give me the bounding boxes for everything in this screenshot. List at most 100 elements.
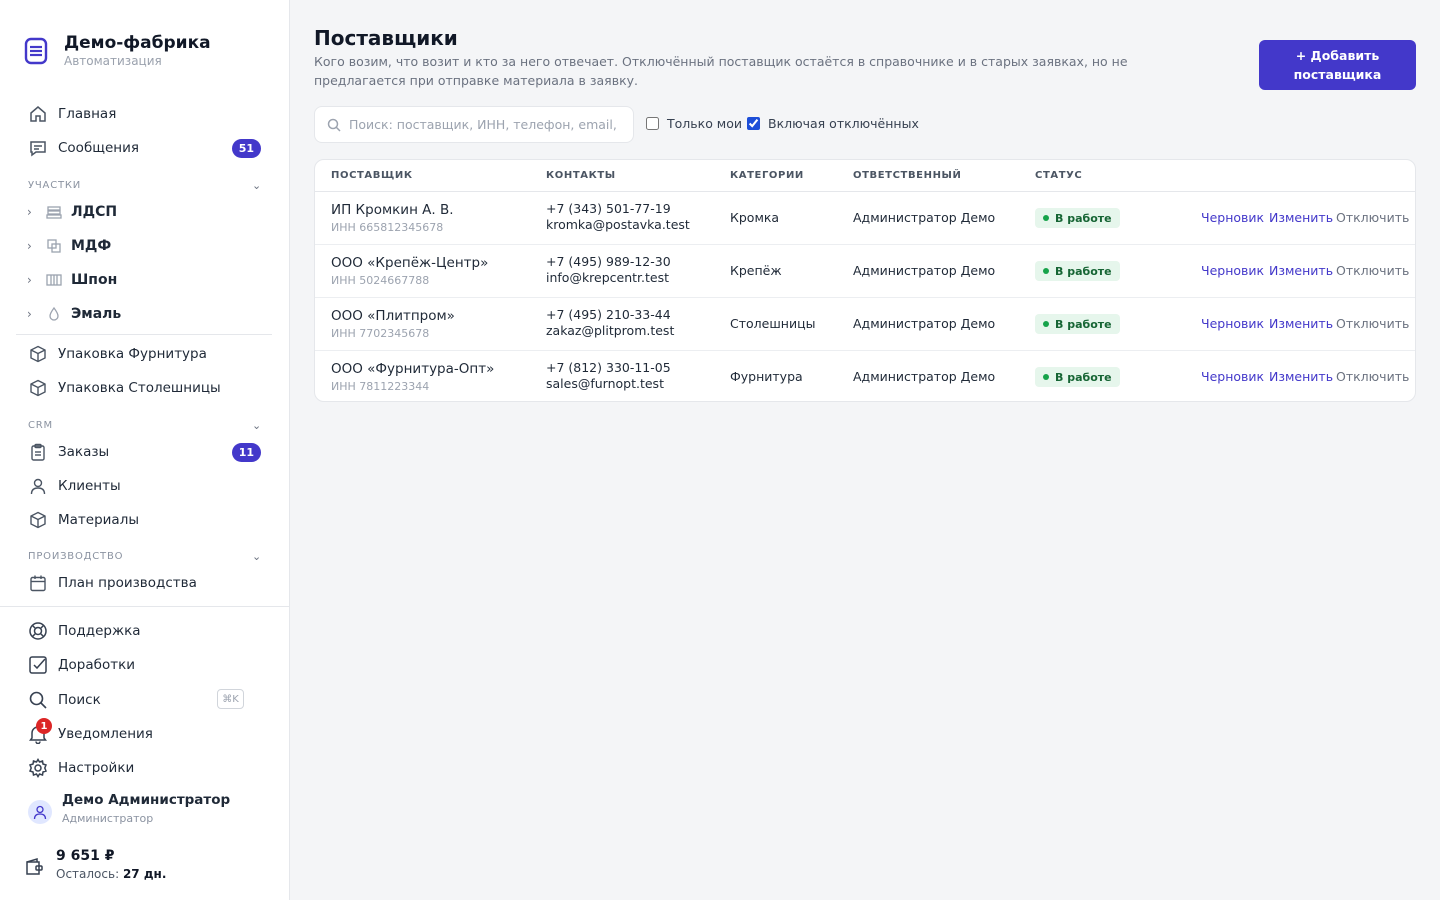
nav-settings[interactable]: Настройки — [16, 753, 272, 783]
supplier-email[interactable]: info@krepcentr.test — [546, 270, 671, 286]
column-header-status[interactable]: Статус — [1035, 170, 1082, 181]
only-mine-filter[interactable]: Только мои — [646, 116, 742, 131]
table-row[interactable]: ООО «Крепёж-Центр» ИНН 5024667788 +7 (49… — [315, 245, 1415, 298]
supplier-name[interactable]: ООО «Фурнитура-Опт» — [331, 361, 494, 377]
avatar — [28, 800, 52, 824]
disable-link[interactable]: Отключить — [1336, 263, 1409, 278]
column-header-supplier[interactable]: Поставщик — [331, 170, 413, 181]
nav-clients[interactable]: Клиенты — [16, 471, 272, 501]
section-production[interactable]: Производство ⌄ — [28, 550, 262, 563]
supplier-phone[interactable]: +7 (495) 989-12-30 — [546, 254, 671, 270]
supplier-phone[interactable]: +7 (495) 210-33-44 — [546, 307, 674, 323]
column-header-categories[interactable]: Категории — [730, 170, 804, 181]
nav-search[interactable]: Поиск ⌘K — [16, 685, 272, 715]
box-icon — [28, 344, 48, 364]
suppliers-table: Поставщик Контакты Категории Ответственн… — [314, 159, 1416, 402]
column-header-responsible[interactable]: Ответственный — [853, 170, 961, 181]
disable-link[interactable]: Отключить — [1336, 316, 1409, 331]
chevron-down-icon: ⌄ — [251, 179, 262, 192]
supplier-phone[interactable]: +7 (343) 501-77-19 — [546, 201, 690, 217]
nav-packing-tops[interactable]: Упаковка Столешницы — [16, 373, 272, 403]
search-box[interactable] — [314, 106, 634, 143]
supplier-name[interactable]: ИП Кромкин А. В. — [331, 202, 454, 218]
page-title: Поставщики — [314, 26, 458, 50]
nav-support[interactable]: Поддержка — [16, 616, 272, 646]
nav-packing-hardware[interactable]: Упаковка Фурнитура — [16, 339, 272, 369]
table-body: ИП Кромкин А. В. ИНН 665812345678 +7 (34… — [315, 192, 1415, 401]
balance-widget[interactable]: 9 651 ₽ Осталось: 27 дн. — [24, 848, 166, 881]
edit-link[interactable]: Изменить — [1269, 210, 1333, 225]
section-crm[interactable]: CRM ⌄ — [28, 419, 262, 432]
include-disabled-checkbox[interactable] — [747, 117, 760, 130]
supplier-responsible: Администратор Демо — [853, 210, 996, 225]
chevron-down-icon: ⌄ — [251, 419, 262, 432]
only-mine-checkbox[interactable] — [646, 117, 659, 130]
draft-link[interactable]: Черновик — [1201, 316, 1264, 331]
include-disabled-label: Включая отключённых — [768, 116, 919, 131]
draft-link[interactable]: Черновик — [1201, 369, 1264, 384]
disable-link[interactable]: Отключить — [1336, 369, 1409, 384]
disable-link[interactable]: Отключить — [1336, 210, 1409, 225]
supplier-email[interactable]: sales@furnopt.test — [546, 376, 671, 392]
supplier-inn: ИНН 665812345678 — [331, 221, 444, 234]
brand-logo-icon — [24, 37, 48, 65]
table-row[interactable]: ООО «Плитпром» ИНН 7702345678 +7 (495) 2… — [315, 298, 1415, 351]
add-supplier-button[interactable]: + Добавить поставщика — [1259, 40, 1416, 90]
notifications-count: 1 — [36, 718, 52, 734]
column-header-contacts[interactable]: Контакты — [546, 170, 616, 181]
table-row[interactable]: ИП Кромкин А. В. ИНН 665812345678 +7 (34… — [315, 192, 1415, 245]
clipboard-icon — [28, 442, 48, 462]
section-production-label: Производство — [28, 551, 124, 562]
draft-link[interactable]: Черновик — [1201, 263, 1264, 278]
draft-link[interactable]: Черновик — [1201, 210, 1264, 225]
supplier-phone[interactable]: +7 (812) 330-11-05 — [546, 360, 671, 376]
table-row[interactable]: ООО «Фурнитура-Опт» ИНН 7811223344 +7 (8… — [315, 351, 1415, 401]
search-input[interactable] — [349, 117, 621, 132]
status-badge: В работе — [1035, 261, 1120, 281]
supplier-category: Крепёж — [730, 263, 782, 278]
edit-link[interactable]: Изменить — [1269, 316, 1333, 331]
supplier-responsible: Администратор Демо — [853, 316, 996, 331]
brand[interactable]: Демо-фабрика Автоматизация — [24, 34, 211, 68]
nav-notifications[interactable]: 1 Уведомления — [16, 718, 272, 749]
supplier-cell: ИП Кромкин А. В. ИНН 665812345678 — [331, 202, 454, 234]
section-sites[interactable]: Участки ⌄ — [28, 179, 262, 192]
table-header: Поставщик Контакты Категории Ответственн… — [315, 160, 1415, 192]
messages-badge: 51 — [231, 139, 261, 158]
nav-orders-label: Заказы — [58, 444, 110, 460]
supplier-name[interactable]: ООО «Крепёж-Центр» — [331, 255, 488, 271]
supplier-responsible: Администратор Демо — [853, 263, 996, 278]
brand-subtitle: Автоматизация — [64, 54, 162, 68]
sidebar-item-ldsp[interactable]: › ЛДСП — [16, 197, 272, 227]
nav-messages[interactable]: Сообщения 51 — [16, 133, 272, 163]
nav-improvements[interactable]: Доработки — [16, 650, 272, 680]
user-profile[interactable]: Демо Администратор Администратор — [28, 792, 230, 825]
supplier-cell: ООО «Крепёж-Центр» ИНН 5024667788 — [331, 255, 488, 287]
page-description: Кого возим, что возит и кто за него отве… — [314, 54, 1128, 88]
sidebar-item-veneer[interactable]: › Шпон — [16, 265, 272, 295]
nav-production-plan[interactable]: План производства — [16, 568, 272, 598]
nav-packing-tops-label: Упаковка Столешницы — [58, 380, 221, 396]
edit-link[interactable]: Изменить — [1269, 263, 1333, 278]
sidebar-item-label: Эмаль — [71, 306, 122, 322]
status-label: В работе — [1055, 317, 1112, 331]
supplier-name[interactable]: ООО «Плитпром» — [331, 308, 455, 324]
balance-left: Осталось: 27 дн. — [56, 867, 166, 881]
sidebar-item-mdf[interactable]: › МДФ — [16, 231, 272, 261]
nav-materials[interactable]: Материалы — [16, 505, 272, 535]
include-disabled-filter[interactable]: Включая отключённых — [747, 116, 919, 131]
drop-icon — [45, 304, 63, 324]
status-label: В работе — [1055, 211, 1112, 225]
nav-clients-label: Клиенты — [58, 478, 121, 494]
orders-badge: 11 — [231, 443, 261, 462]
supplier-email[interactable]: zakaz@plitprom.test — [546, 323, 674, 339]
user-name: Демо Администратор — [62, 792, 231, 808]
status-badge: В работе — [1035, 208, 1120, 228]
overlap-squares-icon — [45, 236, 63, 256]
sidebar-item-enamel[interactable]: › Эмаль — [16, 299, 272, 329]
supplier-email[interactable]: kromka@postavka.test — [546, 217, 690, 233]
edit-link[interactable]: Изменить — [1269, 369, 1333, 384]
contacts-cell: +7 (812) 330-11-05 sales@furnopt.test — [546, 360, 671, 392]
nav-home[interactable]: Главная — [16, 99, 272, 129]
nav-orders[interactable]: Заказы 11 — [16, 437, 272, 467]
